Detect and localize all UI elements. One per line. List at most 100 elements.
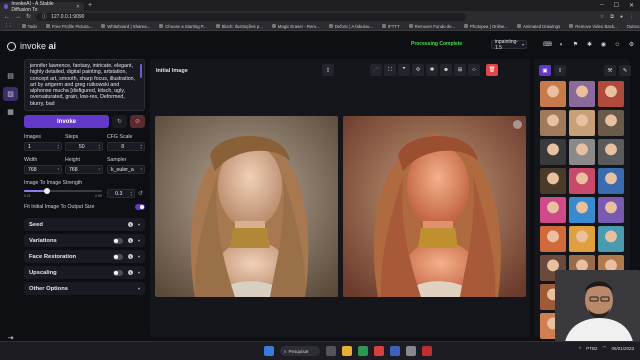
bookmark-item[interactable]: Magic Eraser - Rem... xyxy=(271,24,320,29)
upscaling-toggle[interactable] xyxy=(112,269,123,276)
back-icon[interactable]: ← xyxy=(4,14,10,20)
lang-indicator[interactable]: PTB2 xyxy=(586,346,597,351)
expand-icon[interactable]: ⛶ xyxy=(384,64,396,76)
text-to-image-icon[interactable]: ▤ xyxy=(3,69,18,83)
share-icon[interactable]: ⋰ xyxy=(370,64,382,76)
info-icon[interactable]: i xyxy=(127,238,133,243)
accordion-seed[interactable]: Seed i ▾ xyxy=(24,218,145,231)
gallery-thumbnail[interactable] xyxy=(540,226,566,252)
gallery-thumbnail[interactable] xyxy=(540,81,566,107)
app-icon[interactable] xyxy=(390,346,400,356)
bookmark-item[interactable]: Bloch: Ilustrações p... xyxy=(215,24,263,29)
close-tab-icon[interactable]: ✕ xyxy=(76,4,80,10)
accordion-upscaling[interactable]: Upscaling i ▾ xyxy=(24,266,145,279)
wifi-icon[interactable]: ◠ xyxy=(603,345,607,351)
app-icon[interactable] xyxy=(406,346,416,356)
generations-tab-icon[interactable]: ▣ xyxy=(539,65,551,76)
strength-slider-handle[interactable] xyxy=(44,187,51,194)
url-field[interactable]: ⓘ 127.0.0.1:9090 xyxy=(36,12,467,21)
apps-icon[interactable]: ⋮⋮ xyxy=(4,23,13,29)
strength-slider[interactable] xyxy=(24,187,102,194)
file-explorer-icon[interactable] xyxy=(342,346,352,356)
gallery-thumbnail[interactable] xyxy=(598,226,624,252)
info-icon[interactable]: i xyxy=(127,254,133,259)
unified-canvas-icon[interactable]: ▦ xyxy=(3,105,18,119)
cancel-button[interactable]: ⊘ xyxy=(130,115,145,128)
variations-toggle[interactable] xyxy=(112,237,123,244)
width-select[interactable]: 768 ▾ xyxy=(24,165,62,174)
theme-icon[interactable]: ◐ xyxy=(557,40,566,49)
gallery-thumbnail[interactable] xyxy=(569,110,595,136)
delete-button[interactable]: 🗑 xyxy=(486,64,498,76)
reset-icon[interactable]: ↺ xyxy=(138,190,143,197)
gallery-thumbnail[interactable] xyxy=(569,139,595,165)
strength-input[interactable]: 0.3 ▴ ▾ xyxy=(107,189,135,198)
gallery-thumbnail[interactable] xyxy=(569,81,595,107)
gallery-thumbnail[interactable] xyxy=(598,197,624,223)
gallery-thumbnail[interactable] xyxy=(540,110,566,136)
bookmark-item[interactable]: Photopea | Online... xyxy=(464,24,508,29)
close-window-icon[interactable]: ✕ xyxy=(629,2,634,9)
bookmark-item[interactable]: Animated Drawings xyxy=(516,24,560,29)
bookmark-item[interactable]: Todo xyxy=(21,24,37,29)
app-icon[interactable] xyxy=(422,346,432,356)
sampler-select[interactable]: k_euler_a ▾ xyxy=(107,165,145,174)
star-icon[interactable]: ☆ xyxy=(600,14,604,20)
grid-icon[interactable]: ⊞ xyxy=(454,64,466,76)
seed-icon[interactable]: ✣ xyxy=(412,64,424,76)
spotify-icon[interactable] xyxy=(358,346,368,356)
face-icon[interactable]: ☻ xyxy=(440,64,452,76)
upload-button[interactable]: ⇧ xyxy=(322,64,334,76)
steps-input[interactable]: 50 ▴ ▾ xyxy=(65,142,103,151)
gallery-thumbnail[interactable] xyxy=(598,110,624,136)
menu-icon[interactable]: ⋮ xyxy=(629,14,634,20)
forward-icon[interactable]: → xyxy=(15,14,21,20)
info-icon[interactable]: i xyxy=(127,222,133,227)
fit-toggle[interactable] xyxy=(135,204,145,210)
clock[interactable]: 06/01/2023 xyxy=(611,346,634,351)
accordion-variations[interactable]: Variations i ▾ xyxy=(24,234,145,247)
bookmark-item[interactable]: Remove Video Back... xyxy=(569,24,618,29)
gallery-thumbnail[interactable] xyxy=(598,139,624,165)
hotkeys-icon[interactable]: ⌨ xyxy=(543,40,552,49)
gallery-thumbnail[interactable] xyxy=(569,197,595,223)
images-input[interactable]: 1 ▴ ▾ xyxy=(24,142,62,151)
bookmark-item[interactable]: Deforic | A fabulou... xyxy=(328,24,373,29)
gallery-thumbnail[interactable] xyxy=(540,197,566,223)
prompt-input[interactable]: jennifer lawrence, fantasy, intricate, e… xyxy=(24,59,145,111)
asterisk-icon[interactable]: ✱ xyxy=(426,64,438,76)
minimize-icon[interactable]: – xyxy=(600,2,603,9)
gallery-thumbnail[interactable] xyxy=(598,168,624,194)
reload-icon[interactable]: ↻ xyxy=(26,13,31,20)
quote-icon[interactable]: ❞ xyxy=(398,64,410,76)
wrench-icon[interactable]: ⚒ xyxy=(604,65,616,76)
accordion-face-restoration[interactable]: Face Restoration i ▾ xyxy=(24,250,145,263)
bookmark-item[interactable]: IFTTT xyxy=(381,24,400,29)
language-icon[interactable]: ⚑ xyxy=(571,40,580,49)
new-tab-button[interactable]: + xyxy=(88,2,92,9)
github-icon[interactable]: ◉ xyxy=(599,40,608,49)
bookmark-item[interactable]: Remover Fundo de... xyxy=(408,24,455,29)
image-to-image-icon[interactable]: ▨ xyxy=(3,87,18,101)
info-icon[interactable]: i xyxy=(127,270,133,275)
settings-icon[interactable]: ⚙ xyxy=(627,40,636,49)
other-bookmarks[interactable]: Outros favoritos xyxy=(627,24,640,29)
bookmark-item[interactable]: Choose a Starting P... xyxy=(159,24,207,29)
tray-arrow-icon[interactable]: ^ xyxy=(579,346,581,351)
model-select[interactable]: inpainting-1.5 ▾ xyxy=(491,39,527,51)
code-icon[interactable]: ‹› xyxy=(468,64,480,76)
face-restoration-toggle[interactable] xyxy=(112,253,123,260)
loopback-button[interactable]: ↻ xyxy=(112,115,127,128)
gallery-thumbnail[interactable] xyxy=(540,168,566,194)
accordion-other-options[interactable]: Other Options ▾ xyxy=(24,282,145,295)
windows-start-icon[interactable] xyxy=(264,346,274,356)
image-options-icon[interactable] xyxy=(513,120,522,129)
chrome-icon[interactable] xyxy=(374,346,384,356)
height-select[interactable]: 768 ▾ xyxy=(65,165,103,174)
gallery-thumbnail[interactable] xyxy=(598,81,624,107)
maximize-icon[interactable]: ☐ xyxy=(614,2,619,9)
task-view-icon[interactable] xyxy=(326,346,336,356)
result-image[interactable] xyxy=(343,116,526,297)
bookmark-item[interactable]: Whiteboard | Sharea... xyxy=(101,24,150,29)
taskbar-search[interactable]: ⌕ Pesquisar xyxy=(280,346,320,356)
